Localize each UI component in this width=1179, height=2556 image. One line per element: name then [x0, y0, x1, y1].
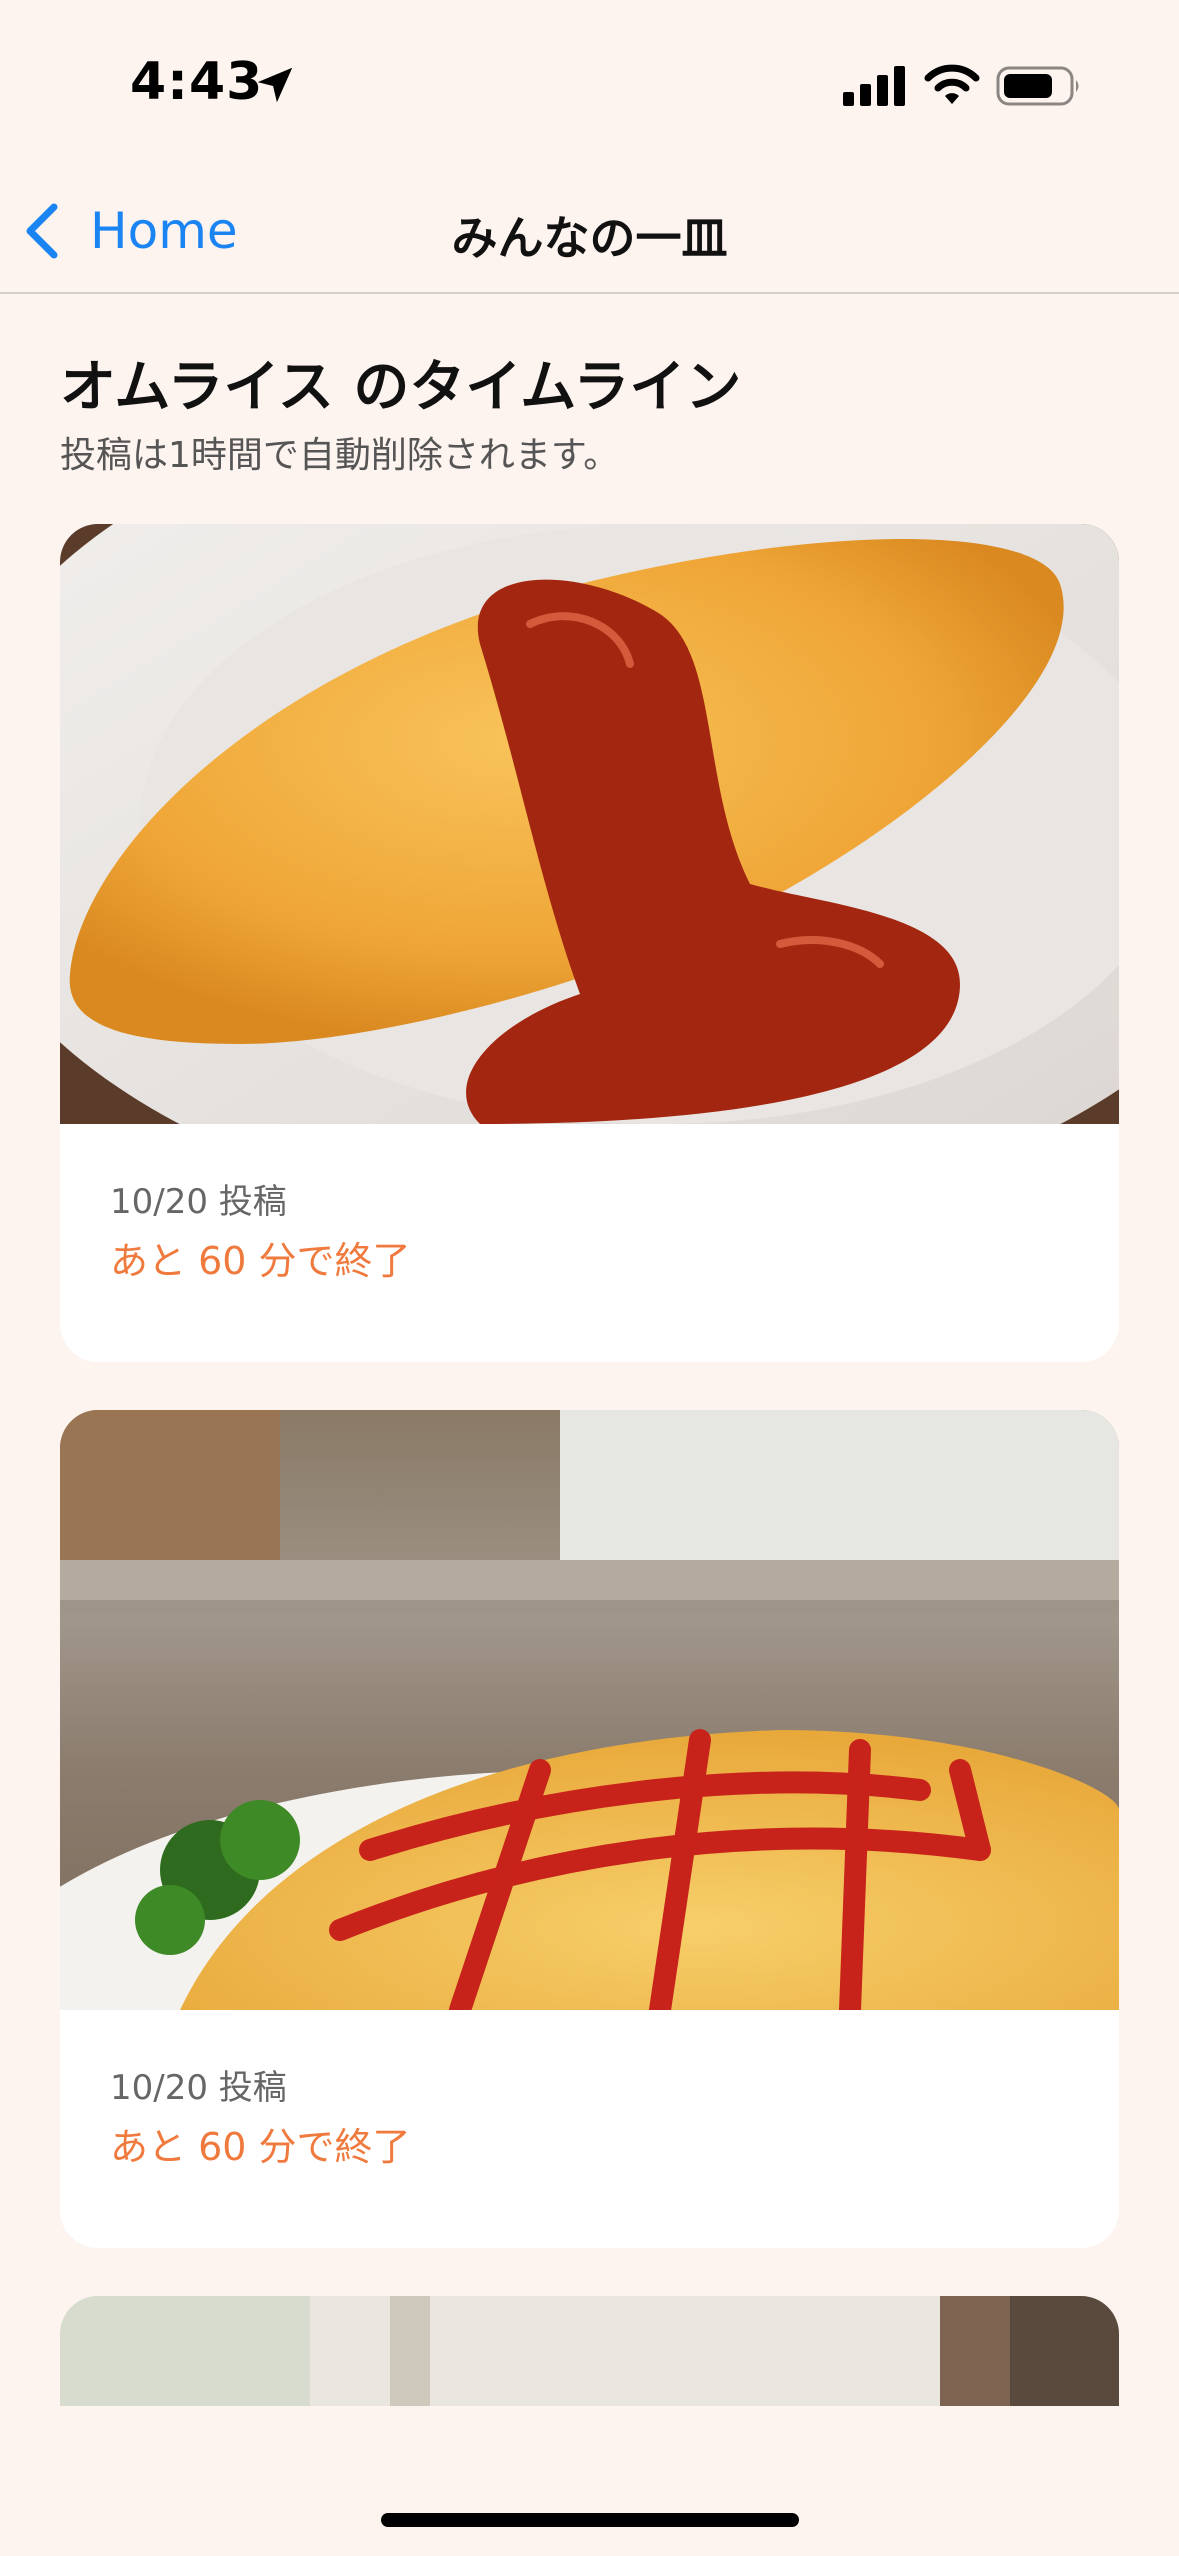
- post-remaining-time: あと 60 分で終了: [110, 2125, 411, 2169]
- post-remaining-time: あと 60 分で終了: [110, 1239, 411, 1283]
- post-card[interactable]: 10/20 投稿 あと 60 分で終了: [60, 524, 1119, 1362]
- post-card[interactable]: [60, 2296, 1119, 2406]
- status-time: 4:43: [130, 52, 264, 112]
- battery-icon: [996, 66, 1079, 106]
- location-arrow-icon: [257, 67, 293, 103]
- post-photo: [60, 524, 1119, 1124]
- post-photo: [60, 1410, 1119, 2010]
- nav-title: みんなの一皿: [451, 211, 728, 265]
- post-photo: [60, 2296, 1119, 2406]
- status-bar: 4:43: [0, 0, 1179, 170]
- cellular-signal-icon: [843, 66, 905, 106]
- home-indicator[interactable]: [381, 2513, 799, 2527]
- post-date: 10/20 投稿: [110, 1182, 287, 1222]
- post-date: 10/20 投稿: [110, 2068, 287, 2108]
- wifi-icon: [924, 64, 980, 104]
- post-card[interactable]: 10/20 投稿 あと 60 分で終了: [60, 1410, 1119, 2248]
- page-subtitle: 投稿は1時間で自動削除されます。: [60, 435, 620, 476]
- navigation-bar: Home みんなの一皿: [0, 170, 1179, 294]
- page-title: オムライス のタイムライン: [60, 355, 742, 420]
